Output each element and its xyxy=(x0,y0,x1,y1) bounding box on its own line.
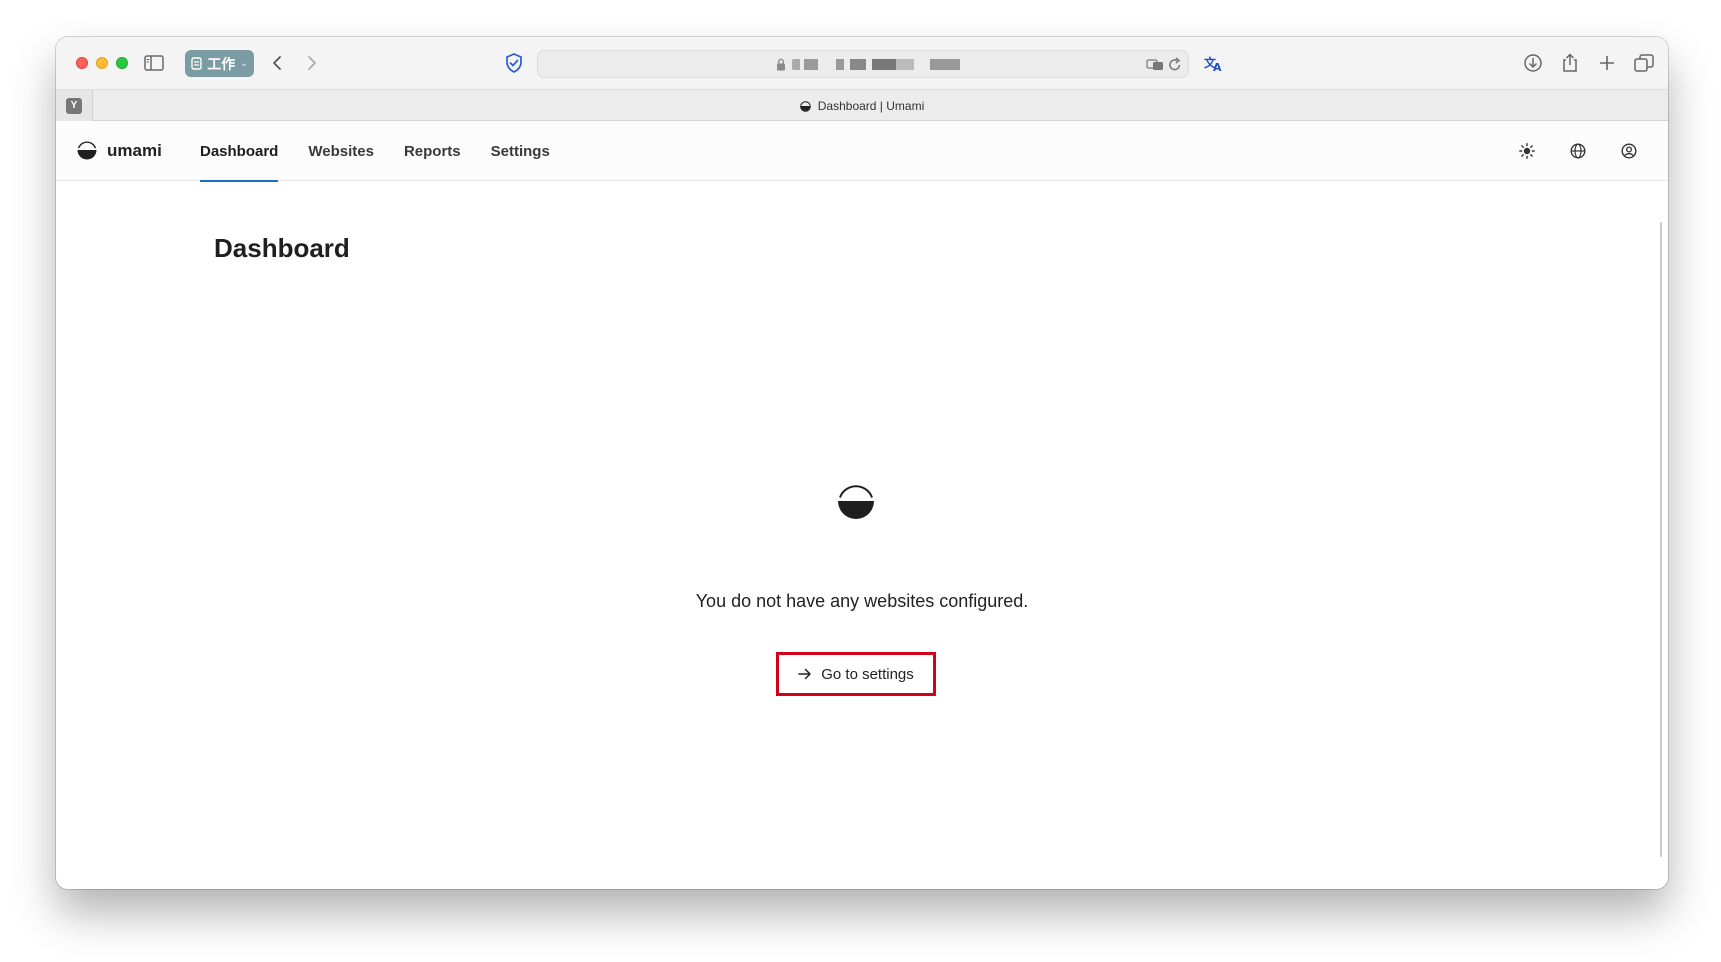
umami-favicon xyxy=(799,100,811,112)
brand-name: umami xyxy=(107,141,162,160)
tab-overview-icon[interactable] xyxy=(1632,51,1656,75)
chevron-down-icon: ⌄ xyxy=(240,58,248,68)
arrow-right-icon xyxy=(798,668,811,680)
address-url xyxy=(792,59,962,70)
address-bar[interactable] xyxy=(537,50,1189,78)
browser-toolbar: 工作 ⌄ 文A xyxy=(56,37,1668,89)
scrollbar[interactable] xyxy=(1660,222,1662,857)
browser-window: 工作 ⌄ 文A Y Dashboard | Umami umami Dashbo… xyxy=(56,37,1668,889)
reload-icon[interactable] xyxy=(1168,57,1182,72)
nav-settings[interactable]: Settings xyxy=(491,121,550,181)
highlight-box: Go to settings xyxy=(776,652,936,696)
tab-title: Dashboard | Umami xyxy=(817,99,925,113)
minimize-window-button[interactable] xyxy=(96,57,108,69)
profile-icon[interactable] xyxy=(1618,140,1640,162)
zoom-window-button[interactable] xyxy=(116,57,128,69)
umami-logo-icon xyxy=(77,141,97,160)
app-header: umami Dashboard Websites Reports Setting… xyxy=(56,121,1668,182)
nav-dashboard[interactable]: Dashboard xyxy=(200,121,279,182)
forward-icon[interactable] xyxy=(300,51,324,75)
new-tab-icon[interactable] xyxy=(1595,51,1619,75)
privacy-shield-icon[interactable] xyxy=(502,51,526,75)
nav-reports[interactable]: Reports xyxy=(404,121,461,181)
tab-group-icon xyxy=(191,57,202,70)
go-to-settings-button[interactable]: Go to settings xyxy=(798,666,914,683)
active-tab[interactable]: Dashboard | Umami xyxy=(56,99,1668,113)
share-icon[interactable] xyxy=(1558,51,1582,75)
page-content: umami Dashboard Websites Reports Setting… xyxy=(56,121,1668,889)
translate-page-icon[interactable] xyxy=(1146,58,1164,71)
close-window-button[interactable] xyxy=(76,57,88,69)
sidebar-toggle-icon[interactable] xyxy=(142,51,166,75)
language-icon[interactable] xyxy=(1567,140,1589,162)
brand[interactable]: umami xyxy=(76,139,162,163)
page-title: Dashboard xyxy=(214,233,350,263)
nav-websites[interactable]: Websites xyxy=(308,121,374,181)
empty-state-logo-icon xyxy=(838,485,874,519)
svg-text:A: A xyxy=(1213,61,1222,72)
translate-extension-icon[interactable]: 文A xyxy=(1202,51,1226,75)
tab-group-label: 工作 xyxy=(207,55,236,72)
tab-group-button[interactable]: 工作 ⌄ xyxy=(185,50,254,77)
main-nav: Dashboard Websites Reports Settings xyxy=(200,121,550,182)
downloads-icon[interactable] xyxy=(1521,51,1545,75)
go-to-settings-label: Go to settings xyxy=(821,665,914,683)
theme-icon[interactable] xyxy=(1516,140,1538,162)
tab-bar: Y Dashboard | Umami xyxy=(56,89,1668,121)
empty-state-message: You do not have any websites configured. xyxy=(695,591,1029,611)
back-icon[interactable] xyxy=(265,51,289,75)
lock-icon xyxy=(777,58,785,71)
